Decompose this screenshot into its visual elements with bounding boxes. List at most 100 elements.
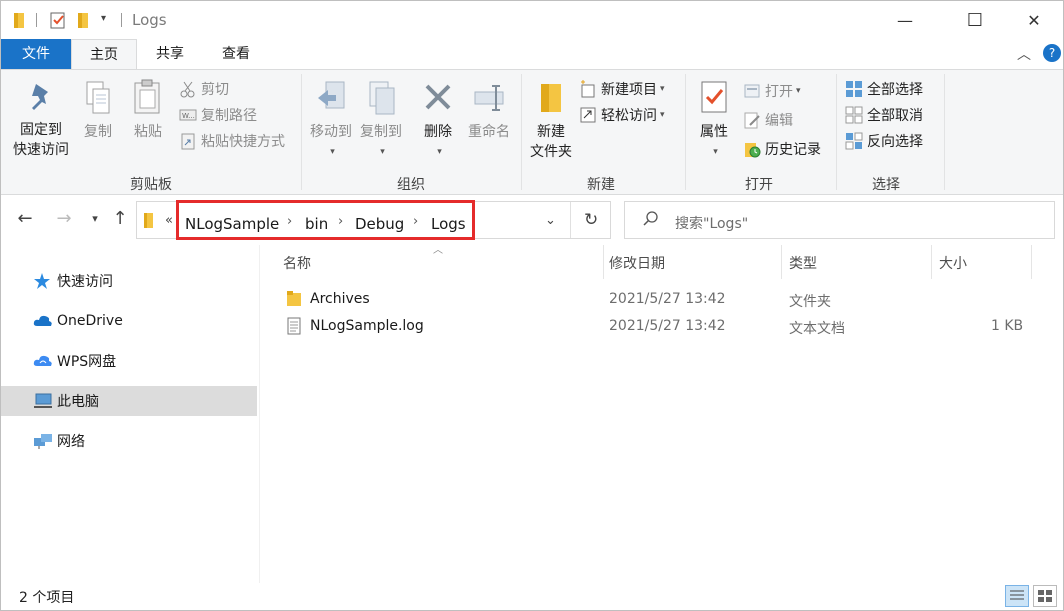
copy-path-button[interactable]: W... 复制路径 [179, 104, 257, 126]
address-dropdown-icon[interactable]: ⌄ [545, 213, 556, 228]
move-to-icon [318, 81, 345, 109]
file-name: Archives [310, 291, 370, 307]
explorer-window: ▾ Logs — ☐ ✕ 文件 主页 共享 查看 ︿ ? 固定到 快速访问 复制… [0, 0, 1064, 611]
network-icon [33, 432, 53, 450]
folder-icon [286, 290, 302, 312]
large-icons-view-button[interactable] [1033, 585, 1057, 607]
file-size: 1 KB [991, 318, 1024, 334]
copy-to-button[interactable]: 复制到 ▾ [355, 80, 407, 162]
maximize-button[interactable]: ☐ [952, 1, 998, 39]
column-header-type[interactable]: 类型 [789, 253, 817, 277]
recent-locations-button[interactable]: ▾ [84, 208, 106, 230]
cloud-icon [33, 312, 53, 330]
ribbon-tabs: 文件 主页 共享 查看 ︿ ? [1, 39, 1063, 70]
group-label-open: 打开 [745, 177, 773, 193]
column-header-modified[interactable]: 修改日期 [609, 253, 665, 277]
copy-button[interactable]: 复制 [79, 80, 117, 142]
close-button[interactable]: ✕ [1011, 1, 1057, 39]
svg-text:W...: W... [182, 112, 195, 120]
file-row[interactable]: Archives 2021/5/27 13:42 文件夹 [277, 287, 1037, 313]
tab-view[interactable]: 查看 [203, 39, 269, 69]
folder-icon [143, 212, 155, 233]
pin-label-2: 快速访问 [13, 142, 69, 158]
properties-icon [701, 81, 727, 113]
new-item-button[interactable]: 新建项目 ▾ [579, 78, 665, 100]
new-folder-quick-icon[interactable] [77, 11, 91, 33]
file-modified: 2021/5/27 13:42 [609, 318, 726, 334]
tab-home[interactable]: 主页 [71, 39, 137, 70]
nav-label: OneDrive [57, 313, 123, 329]
sort-ascending-icon: ︿ [433, 245, 443, 256]
search-box[interactable]: 搜索"Logs" [624, 201, 1055, 239]
paste-label: 粘贴 [134, 124, 162, 140]
open-dropdown-icon: ▾ [796, 86, 801, 96]
properties-button[interactable]: 属性 ▾ [691, 80, 737, 162]
up-button[interactable]: ↑ [109, 208, 131, 230]
copy-icon [86, 81, 110, 114]
nav-label: 此电脑 [57, 394, 99, 410]
nav-item-network[interactable]: 网络 [1, 426, 257, 456]
breadcrumb-overflow[interactable]: « [165, 213, 173, 228]
back-button[interactable]: ← [14, 208, 36, 230]
minimize-icon: — [897, 10, 913, 30]
select-all-button[interactable]: 全部选择 [845, 78, 923, 100]
column-header-name[interactable]: 名称 [283, 253, 311, 277]
breadcrumb-highlight-box [176, 200, 475, 240]
open-icon [743, 82, 761, 100]
copy-to-icon [369, 81, 395, 115]
invert-selection-button[interactable]: 反向选择 [845, 130, 923, 152]
delete-button[interactable]: 删除 ▾ [417, 80, 459, 162]
new-item-dropdown-icon: ▾ [660, 84, 665, 94]
file-row[interactable]: NLogSample.log 2021/5/27 13:42 文本文档 1 KB [277, 314, 1037, 340]
nav-item-this-pc[interactable]: 此电脑 [1, 386, 257, 416]
details-view-button[interactable] [1005, 585, 1029, 607]
new-folder-label-2: 文件夹 [530, 144, 572, 160]
ribbon: 固定到 快速访问 复制 粘贴 剪切 W... 复制路径 粘贴快捷方式 剪贴板 移… [1, 69, 1063, 195]
pin-to-quick-access-button[interactable]: 固定到 快速访问 [7, 80, 75, 160]
open-button[interactable]: 打开 ▾ [743, 80, 801, 102]
easy-access-button[interactable]: 轻松访问 ▾ [579, 104, 665, 126]
select-none-icon [845, 106, 863, 124]
move-to-button[interactable]: 移动到 ▾ [305, 80, 357, 162]
address-row: ← → ▾ ↑ « NLogSample › bin › Debug › Log… [1, 196, 1063, 244]
history-button[interactable]: 历史记录 [743, 138, 821, 160]
paste-icon [134, 79, 160, 114]
minimize-button[interactable]: — [882, 1, 928, 39]
nav-item-quick-access[interactable]: 快速访问 [1, 266, 257, 296]
edit-button[interactable]: 编辑 [743, 109, 793, 131]
easy-access-label: 轻松访问 [601, 108, 657, 124]
paste-button[interactable]: 粘贴 [127, 78, 169, 142]
select-none-button[interactable]: 全部取消 [845, 104, 923, 126]
chevron-down-icon: ▾ [92, 212, 98, 225]
folder-icon [13, 11, 27, 33]
copy-to-label: 复制到 [360, 124, 402, 140]
tab-file[interactable]: 文件 [1, 39, 71, 69]
select-none-label: 全部取消 [867, 108, 923, 124]
refresh-icon[interactable]: ↻ [584, 210, 598, 230]
paste-shortcut-button[interactable]: 粘贴快捷方式 [179, 130, 285, 152]
history-label: 历史记录 [765, 142, 821, 158]
invert-selection-label: 反向选择 [867, 134, 923, 150]
window-title: Logs [132, 11, 167, 29]
new-folder-button[interactable]: 新建 文件夹 [525, 80, 577, 162]
file-modified: 2021/5/27 13:42 [609, 291, 726, 307]
cut-button[interactable]: 剪切 [179, 78, 229, 100]
open-label: 打开 [765, 84, 793, 100]
tab-share[interactable]: 共享 [137, 39, 203, 69]
copy-path-label: 复制路径 [201, 108, 257, 124]
pin-icon [32, 84, 48, 110]
properties-quick-icon[interactable] [49, 11, 67, 33]
forward-button[interactable]: → [53, 208, 75, 230]
help-icon[interactable]: ? [1043, 44, 1061, 62]
rename-button[interactable]: 重命名 [463, 80, 515, 142]
new-folder-icon [541, 84, 561, 112]
nav-item-onedrive[interactable]: OneDrive [1, 306, 257, 336]
easy-access-dropdown-icon: ▾ [660, 110, 665, 120]
customize-quick-access-icon[interactable]: ▾ [101, 13, 106, 24]
collapse-ribbon-icon[interactable]: ︿ [1017, 44, 1031, 64]
nav-item-wps-cloud[interactable]: WPS网盘 [1, 346, 257, 376]
column-header-size[interactable]: 大小 [939, 253, 967, 277]
up-arrow-icon: ↑ [112, 208, 128, 229]
item-count: 2 个项目 [19, 590, 75, 606]
new-item-label: 新建项目 [601, 82, 657, 98]
